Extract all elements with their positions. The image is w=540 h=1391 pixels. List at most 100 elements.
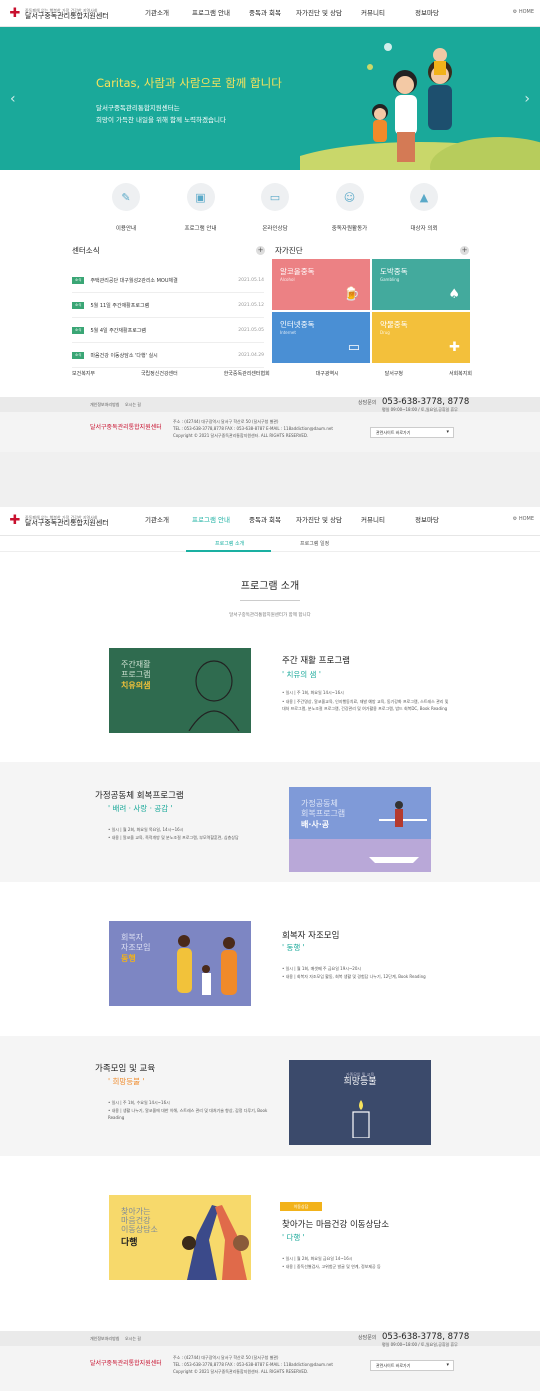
program-schedule-4: • 일시 | 주 1회, 수요일 14시~16시 xyxy=(108,1100,170,1105)
program-content-5: • 내용 | 중독선별검사, 고위험군 발굴 및 연계, 정보제공 등 xyxy=(282,1264,381,1269)
hero-prev-arrow-icon[interactable]: ‹ xyxy=(10,91,16,107)
news-title: 센터소식 xyxy=(72,246,100,255)
partner-logos: 보건복지부 국립정신건강센터 한국중독관리센터협회 대구광역시 달서구청 서회복… xyxy=(72,370,472,377)
nav-item-program[interactable]: 프로그램 안내 xyxy=(184,507,238,534)
site-logo[interactable]: ✚ 중독폐해 없는 행복한 가정 건강한 지역사회 달서구중독관리통합지원센터 xyxy=(8,6,109,22)
candle-illustration xyxy=(352,1100,370,1138)
tile-title: 알코올중독 xyxy=(280,267,315,276)
partner-logo[interactable]: 국립정신건강센터 xyxy=(141,370,178,377)
tile-drug[interactable]: 약물중독 Drug ✚ xyxy=(372,312,470,363)
family-illustration xyxy=(300,43,540,170)
caritas-mark-icon: ✚ xyxy=(9,6,21,21)
quick-item-guide[interactable]: ✎ 이용안내 xyxy=(100,183,152,234)
tile-alcohol[interactable]: 알코올중독 Alcohol 🍺 xyxy=(272,259,370,310)
nav-item-info[interactable]: 정보마당 xyxy=(400,0,454,27)
quick-item-volunteer[interactable]: ☺ 중독자원활동가 xyxy=(324,183,376,234)
program-slogan-1: ' 치유의 샘 ' xyxy=(282,670,321,679)
quick-item-program[interactable]: ▣ 프로그램 안내 xyxy=(175,183,227,234)
tab-program-intro[interactable]: 프로그램 소개 xyxy=(215,540,244,547)
nav-item-community[interactable]: 커뮤니티 xyxy=(346,0,400,27)
nav-item-info[interactable]: 정보마당 xyxy=(400,507,454,534)
tile-gambling[interactable]: 도박중독 Gambling ♠ xyxy=(372,259,470,310)
footer-2: 개인정보처리방침 오시는 길 달서구중독관리통합지원센터 주소 : (42744… xyxy=(0,1331,540,1391)
news-badge: 소식 xyxy=(72,276,85,284)
program-image-label: 회복프로그램 xyxy=(301,809,346,818)
nav-item-program[interactable]: 프로그램 안내 xyxy=(184,0,238,27)
related-sites-select[interactable]: 관련사이트 바로가기 xyxy=(370,1360,454,1371)
news-item-date: 2021.04.29 xyxy=(238,352,264,358)
footer-copyright: Copyright © 2021 달서구중독관리통합지원센터. ALL RIGH… xyxy=(173,1369,309,1374)
partner-logo[interactable]: 서회복지회 xyxy=(449,370,472,377)
selfcheck-title: 자가진단 xyxy=(275,246,303,255)
program-title-5: 찾아가는 마음건강 이동상담소 xyxy=(282,1220,390,1230)
program-band-2 xyxy=(0,762,540,882)
footer-link-directions[interactable]: 오시는 길 xyxy=(125,402,141,408)
footer-tel: 053-638-3778, 8778 xyxy=(382,1332,470,1342)
nav-item-selfcheck[interactable]: 자가진단 및 상담 xyxy=(292,507,346,534)
home-label: HOME xyxy=(518,9,534,15)
program-content-4: • 내용 | 생활 나누기, 알코올에 대한 이해, 스트레스 관리 및 대처기… xyxy=(108,1108,268,1120)
site-logo[interactable]: ✚ 중독폐해 없는 행복한 가정 건강한 지역사회 달서구중독관리통합지원센터 xyxy=(8,513,109,529)
program-content-1: • 내용 | 주간명상, 알코올교육, 인지행동치료, 재발 예방 교육, 동기… xyxy=(282,699,449,711)
partner-logo[interactable]: 달서구청 xyxy=(385,370,403,377)
nav-item-recovery[interactable]: 중독과 회복 xyxy=(238,507,292,534)
partner-logo[interactable]: 대구광역시 xyxy=(316,370,339,377)
active-tab-indicator xyxy=(186,550,271,552)
program-slogan-2: ' 배려 · 사랑 · 공감 ' xyxy=(108,804,173,813)
footer-contacts: TEL : 053-638-3778,8778 FAX : 053-638-87… xyxy=(173,426,333,431)
program-band-4 xyxy=(0,1036,540,1156)
footer-link-privacy[interactable]: 개인정보처리방침 xyxy=(90,402,119,408)
program-image-1: 주간재활 프로그램 치유의샘 xyxy=(109,648,251,733)
footer-link-directions[interactable]: 오시는 길 xyxy=(125,1336,141,1342)
selfcheck-more-icon[interactable]: + xyxy=(460,246,469,255)
news-badge: 소식 xyxy=(72,351,85,359)
news-item-date: 2021.05.14 xyxy=(238,277,264,283)
program-image-3: 회복자 자조모임 동행 xyxy=(109,921,251,1006)
monitor-icon: ▭ xyxy=(347,340,360,355)
program-image-5: 찾아가는 마음건강 이동상담소 다행 xyxy=(109,1195,251,1280)
program-image-slogan: 배·사·공 xyxy=(301,820,330,829)
beer-icon: 🍺 xyxy=(343,287,360,302)
news-item[interactable]: 소식 주택관리공단 대구월성2관리소 MOU체결 2021.05.14 xyxy=(72,268,264,293)
related-sites-select[interactable]: 관련사이트 바로가기 xyxy=(370,427,454,438)
news-list: 소식 주택관리공단 대구월성2관리소 MOU체결 2021.05.14 소식 5월 1… xyxy=(72,268,264,368)
tile-subtitle: Drug xyxy=(380,330,390,335)
program-title-4: 가족모임 및 교육 xyxy=(95,1064,156,1074)
selfcheck-tiles: 알코올중독 Alcohol 🍺 도박중독 Gambling ♠ 인터넷중독 Interne… xyxy=(272,259,470,363)
nav-item-about[interactable]: 기관소개 xyxy=(130,507,184,534)
sub-tabs: 프로그램 소개 프로그램 일정 xyxy=(0,536,540,552)
nav-item-selfcheck[interactable]: 자가진단 및 상담 xyxy=(292,0,346,27)
hero-line-1: 달서구중독관리통합지원센터는 xyxy=(96,104,180,112)
home-link[interactable]: ⚙ HOME xyxy=(513,516,534,522)
page-root: { "logo": {"name": "달서구중독관리통합지원센터", "tag… xyxy=(0,0,540,1391)
home-link[interactable]: ⚙ HOME xyxy=(513,9,534,15)
footer-address: 주소 : (42744) 대구광역시 달서구 학산로 50 (달서구청 별관) xyxy=(173,419,279,424)
news-item[interactable]: 소식 5월 11일 주간재활프로그램 2021.05.12 xyxy=(72,293,264,318)
program-image-4: 가족모임 및 교육 희망등불 xyxy=(289,1060,431,1145)
footer-logo: 달서구중독관리통합지원센터 xyxy=(90,1360,162,1367)
nav-item-recovery[interactable]: 중독과 회복 xyxy=(238,0,292,27)
footer-copyright: Copyright © 2021 달서구중독관리통합지원센터. ALL RIGH… xyxy=(173,433,309,438)
nav-item-community[interactable]: 커뮤니티 xyxy=(346,507,400,534)
logo-name: 달서구중독관리통합지원센터 xyxy=(25,519,109,527)
quick-item-online-counsel[interactable]: ▭ 온라인상담 xyxy=(249,183,301,234)
quick-item-label: 온라인상담 xyxy=(262,226,288,232)
program-image-label: 가정공동체 xyxy=(301,799,338,808)
news-item[interactable]: 소식 마음건강 이동상담소 '다행' 실시 2021.04.29 xyxy=(72,343,264,368)
footer-contacts: TEL : 053-638-3778,8778 FAX : 053-638-87… xyxy=(173,1362,333,1367)
family-on-deck-illustration xyxy=(369,801,427,863)
tile-subtitle: Alcohol xyxy=(280,277,295,282)
partner-logo[interactable]: 한국중독관리센터협회 xyxy=(224,370,270,377)
partner-logo[interactable]: 보건복지부 xyxy=(72,370,95,377)
news-more-icon[interactable]: + xyxy=(256,246,265,255)
tile-internet[interactable]: 인터넷중독 Internet ▭ xyxy=(272,312,370,363)
cards-icon: ♠ xyxy=(448,287,460,302)
footer-hours: 평일 09:00~18:00 / 토,일요일,공휴일 휴무 xyxy=(382,1342,458,1347)
program-content-3: • 내용 | 회복자 자조모임 활동, 회복 생활 및 경험담 나누기, 12단… xyxy=(282,974,426,979)
footer-link-privacy[interactable]: 개인정보처리방침 xyxy=(90,1336,119,1342)
nav-item-about[interactable]: 기관소개 xyxy=(130,0,184,27)
tab-program-schedule[interactable]: 프로그램 일정 xyxy=(300,540,329,547)
quick-item-referral[interactable]: ▲ 대상자 의뢰 xyxy=(398,183,450,234)
title-divider xyxy=(240,600,300,601)
news-item[interactable]: 소식 5월 4일 주간재활프로그램 2021.05.05 xyxy=(72,318,264,343)
